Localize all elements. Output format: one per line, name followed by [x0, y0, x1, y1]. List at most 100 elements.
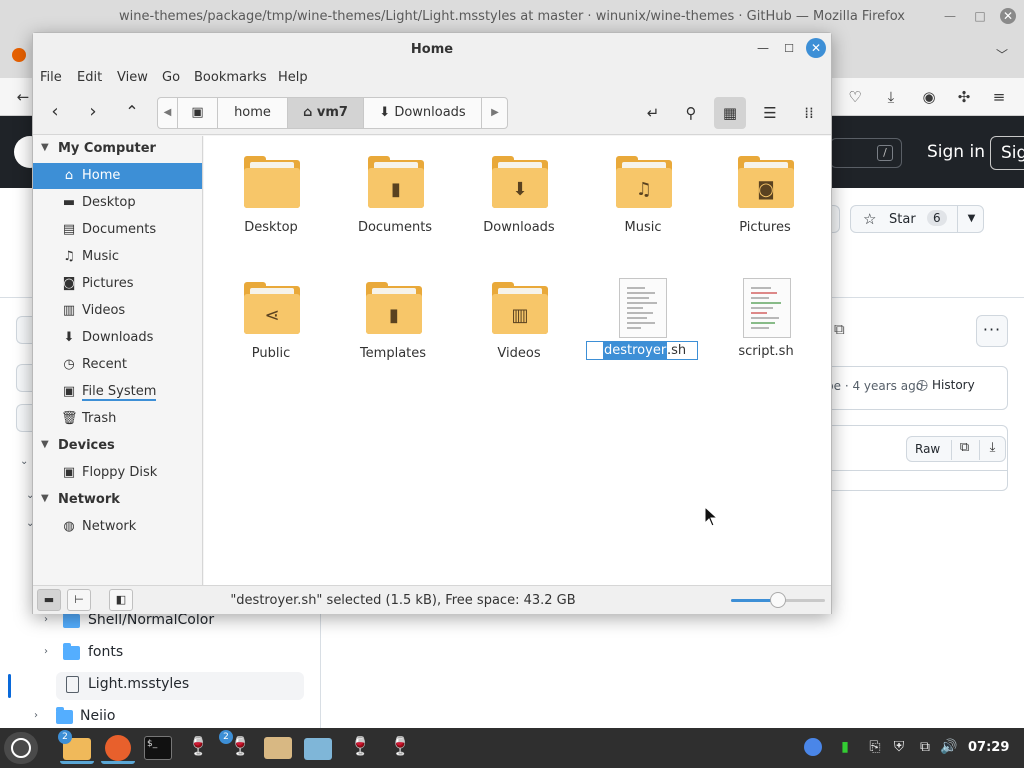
breadcrumb-downloads[interactable]: ⬇ Downloads	[364, 98, 482, 128]
file-item-public[interactable]: ⋖ Public	[211, 266, 331, 376]
tab-list-chevron-icon[interactable]: ﹀	[996, 46, 1008, 63]
menu-icon[interactable]: ≡	[988, 86, 1010, 108]
breadcrumb-scroll-right[interactable]: ▶	[482, 98, 507, 128]
shield-icon[interactable]: ⛨	[890, 738, 908, 756]
file-item-music[interactable]: ♫ Music	[583, 140, 703, 250]
volume-icon[interactable]: 🔊	[940, 738, 958, 756]
search-icon[interactable]: ⚲	[675, 97, 707, 129]
window-titlebar[interactable]: Home — ☐ ✕	[33, 33, 831, 65]
menu-edit[interactable]: Edit	[77, 70, 102, 85]
sign-up-button[interactable]: Sig	[990, 136, 1024, 170]
show-treeview-icon[interactable]: ⊢	[67, 589, 91, 611]
network-tray-icon[interactable]: ⧉	[916, 738, 934, 756]
tree-item-folder[interactable]: › fonts	[0, 638, 320, 670]
close-icon[interactable]: ✕	[1000, 8, 1016, 24]
github-search-fragment[interactable]	[16, 404, 32, 432]
rename-input[interactable]: destroyer .sh	[586, 341, 698, 360]
sign-in-link[interactable]: Sign in	[927, 142, 985, 162]
file-icon-view[interactable]: Desktop ▮ Documents ⬇ Downloads ♫ Music …	[204, 136, 831, 585]
maximize-button[interactable]: ☐	[781, 41, 797, 57]
more-options-button[interactable]: ···	[976, 315, 1008, 347]
taskbar-terminal-app[interactable]: $_	[141, 732, 175, 764]
pocket-icon[interactable]: ♡	[844, 86, 866, 108]
up-button[interactable]: ⌃	[118, 97, 146, 127]
chevron-right-icon: ›	[44, 646, 48, 657]
system-monitor-tray-icon[interactable]: ▮	[836, 738, 854, 756]
breadcrumb-scroll-left[interactable]: ◀	[158, 98, 178, 128]
taskbar-firefox-app[interactable]	[101, 732, 135, 764]
sidebar-item-music[interactable]: ♫ Music	[33, 244, 202, 270]
account-icon[interactable]: ◉	[918, 86, 940, 108]
copy-icon[interactable]: ⧉	[951, 440, 977, 460]
github-branch-button-fragment[interactable]	[16, 364, 32, 392]
downloads-icon[interactable]: ⤓	[880, 86, 902, 108]
menu-go[interactable]: Go	[162, 70, 180, 85]
taskbar-wine-app-2[interactable]: 🍷 2	[219, 730, 255, 764]
file-item-templates[interactable]: ▮ Templates	[333, 266, 453, 376]
chevron-down-icon[interactable]: ⌄	[20, 456, 28, 467]
toggle-location-icon[interactable]: ↵	[637, 97, 669, 129]
sidebar-item-home[interactable]: ⌂ Home	[33, 163, 202, 189]
sidebar-section-my-computer[interactable]: ▼ My Computer	[33, 136, 203, 162]
history-link[interactable]: History	[932, 378, 975, 392]
drive-icon[interactable]: ▣	[178, 98, 218, 128]
show-places-icon[interactable]: ▬	[37, 589, 61, 611]
taskbar-wine-app[interactable]: 🍷	[181, 732, 215, 764]
hide-sidebar-icon[interactable]: ◧	[109, 589, 133, 611]
minimize-button[interactable]: —	[755, 41, 771, 57]
sidebar-item-documents[interactable]: ▤ Documents	[33, 217, 202, 243]
icon-view-icon[interactable]: ▦	[714, 97, 746, 129]
taskbar-wine-app-4[interactable]: 🍷	[381, 732, 415, 764]
raw-button[interactable]: Raw	[915, 442, 940, 456]
minimize-icon[interactable]: —	[942, 8, 958, 24]
github-search-input[interactable]: /	[830, 138, 902, 168]
maximize-icon[interactable]: □	[972, 8, 988, 24]
extensions-icon[interactable]: ✣	[953, 86, 975, 108]
github-sidebar-button-fragment[interactable]	[16, 316, 32, 344]
menu-help[interactable]: Help	[278, 70, 308, 85]
menu-view[interactable]: View	[117, 70, 148, 85]
sidebar-item-videos[interactable]: ▥ Videos	[33, 298, 202, 324]
star-button[interactable]: ☆ Star 6 ▼	[850, 205, 984, 233]
clipboard-tray-icon[interactable]: ⎘	[866, 738, 884, 756]
sidebar-item-recent[interactable]: ◷ Recent	[33, 352, 202, 378]
taskbar-files-app[interactable]: 2	[58, 730, 94, 764]
taskbar-clock[interactable]: 07:29	[968, 740, 1009, 755]
zoom-slider[interactable]	[731, 592, 825, 608]
taskbar-wine-app-3[interactable]: 🍷	[341, 732, 375, 764]
sidebar-section-network[interactable]: ▼ Network	[33, 487, 203, 513]
sidebar-item-pictures[interactable]: ◙ Pictures	[33, 271, 202, 297]
forward-button[interactable]: ›	[79, 97, 107, 127]
tree-item-file[interactable]: Light.msstyles	[0, 670, 320, 702]
sidebar-item-network[interactable]: ◍ Network	[33, 514, 202, 540]
sidebar-section-devices[interactable]: ▼ Devices	[33, 433, 203, 459]
back-arrow-icon[interactable]: ←	[12, 86, 34, 108]
file-item-pictures[interactable]: ◙ Pictures	[705, 140, 825, 250]
chevron-down-icon[interactable]: ▼	[957, 206, 985, 232]
sidebar-item-file-system[interactable]: ▣ File System	[33, 379, 202, 405]
close-button[interactable]: ✕	[806, 38, 826, 58]
zoom-slider-handle[interactable]	[770, 592, 786, 608]
taskbar-archive-app[interactable]	[261, 732, 295, 764]
file-item-desktop[interactable]: Desktop	[211, 140, 331, 250]
sidebar-item-trash[interactable]: 🗑 Trash	[33, 406, 202, 432]
file-item-downloads[interactable]: ⬇ Downloads	[459, 140, 579, 250]
breadcrumb-vm7[interactable]: ⌂ vm7	[288, 98, 364, 128]
list-view-icon[interactable]: ☰	[754, 97, 786, 129]
file-item-videos[interactable]: ▥ Videos	[459, 266, 579, 376]
start-menu-mint-icon[interactable]	[4, 732, 38, 764]
menu-bookmarks[interactable]: Bookmarks	[194, 70, 267, 85]
sidebar-item-floppy-disk[interactable]: ▣ Floppy Disk	[33, 460, 202, 486]
file-item-documents[interactable]: ▮ Documents	[335, 140, 455, 250]
menu-file[interactable]: File	[40, 70, 62, 85]
breadcrumb-home[interactable]: home	[218, 98, 288, 128]
taskbar-wine-config-app[interactable]	[301, 732, 335, 764]
back-button[interactable]: ‹	[41, 97, 69, 127]
compact-view-icon[interactable]: ⁞⁞	[793, 97, 825, 129]
chrome-tray-icon[interactable]	[804, 738, 822, 756]
file-item-script-sh[interactable]: script.sh	[706, 266, 826, 376]
download-icon[interactable]: ⤓	[979, 440, 1005, 460]
sidebar-item-desktop[interactable]: ▬ Desktop	[33, 190, 202, 216]
sidebar-item-downloads[interactable]: ⬇ Downloads	[33, 325, 202, 351]
copy-path-icon[interactable]: ⧉	[834, 320, 852, 338]
